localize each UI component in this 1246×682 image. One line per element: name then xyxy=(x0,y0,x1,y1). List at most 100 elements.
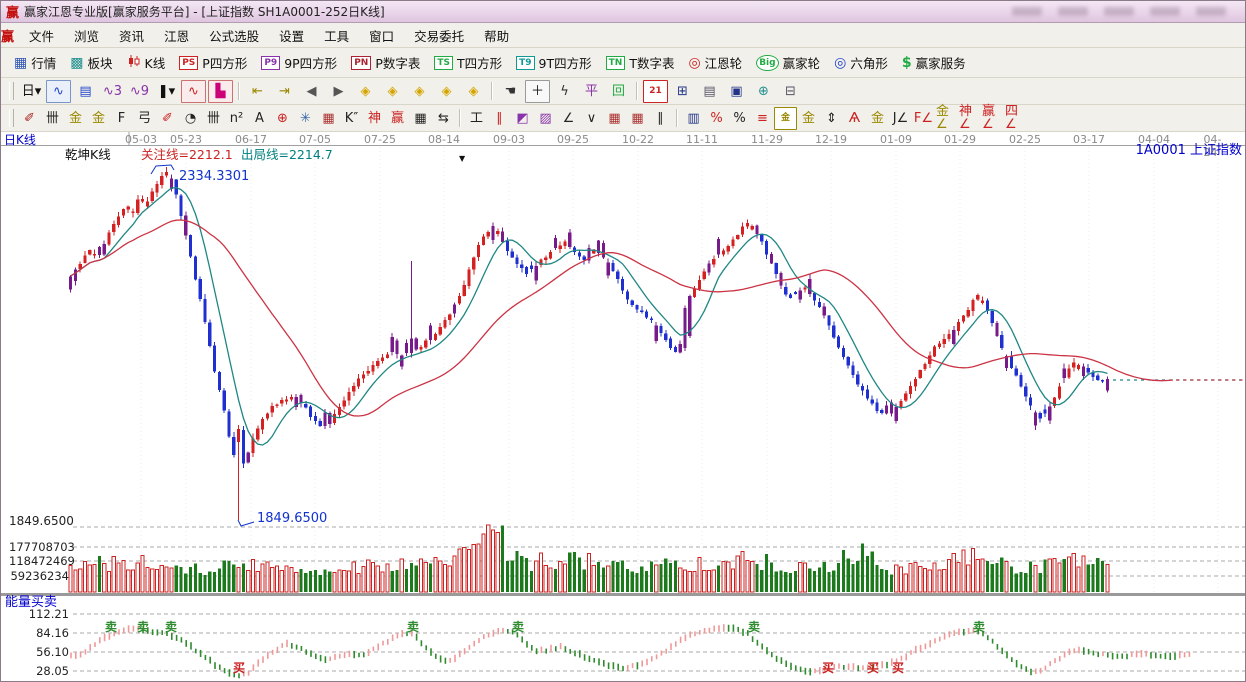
titlebar-faded-item[interactable] xyxy=(1150,7,1180,16)
tool-calculator-icon[interactable]: ⊞ xyxy=(670,80,695,103)
tool-next-bar-icon[interactable]: ▶ xyxy=(326,80,351,103)
tool-draw-pen-icon[interactable]: ✐ xyxy=(18,107,41,130)
menu-item-9[interactable]: 帮助 xyxy=(474,23,519,48)
menu-item-7[interactable]: 窗口 xyxy=(359,23,404,48)
feature-p-number-table-button[interactable]: PN P数字表 xyxy=(344,51,427,74)
tool-chip-distribution-icon[interactable]: 平 xyxy=(579,80,604,103)
feature-gann-wheel-button[interactable]: ◎ 江恩轮 xyxy=(681,51,749,74)
tool-fence-lines-2-icon[interactable]: 卌 xyxy=(202,107,225,130)
menu-item-8[interactable]: 交易委托 xyxy=(404,23,474,48)
tool-wave-3-icon[interactable]: ∿3 xyxy=(100,80,125,103)
tool-hand-drag-icon[interactable]: ☚ xyxy=(498,80,523,103)
tool-gold-ratio-b-icon[interactable]: 金 xyxy=(87,107,110,130)
menu-item-4[interactable]: 公式选股 xyxy=(199,23,269,48)
feature-t-number-table-button[interactable]: TN T数字表 xyxy=(599,51,682,74)
feature-sectors-button[interactable]: ▩ 板块 xyxy=(63,51,119,74)
tool-percent-levels-icon[interactable]: ≡ xyxy=(751,107,774,130)
tool-angle-ying-icon[interactable]: 赢∠ xyxy=(981,105,1004,131)
menu-item-0[interactable]: 文件 xyxy=(19,23,64,48)
tool-fan-grid-icon[interactable]: ▨ xyxy=(534,107,557,130)
tool-ying-tool-icon[interactable]: 赢 xyxy=(386,107,409,130)
tool-gann-box-icon[interactable]: 工 xyxy=(465,107,488,130)
tool-diamond-right-icon[interactable]: ◈ xyxy=(380,80,405,103)
tool-wave-count-icon[interactable]: ∨ xyxy=(580,107,603,130)
tool-calendar-21-icon[interactable]: 21 xyxy=(643,79,668,103)
tool-span-measure-icon[interactable]: ⇆ xyxy=(432,107,455,130)
tool-fence-lines-icon[interactable]: 卌 xyxy=(41,107,64,130)
tool-wave-a-icon[interactable]: Ѧ xyxy=(843,107,866,130)
tool-parallel-lines-icon[interactable]: ∥ xyxy=(649,107,672,130)
feature-9t-square-button[interactable]: T9 9T四方形 xyxy=(509,51,599,74)
tool-prev-bar-icon[interactable]: ◀ xyxy=(299,80,324,103)
feature-kline-button[interactable]: K线 xyxy=(120,51,173,74)
tool-grid-web-icon[interactable]: ▦ xyxy=(317,107,340,130)
tool-candle-style-dropdown-icon[interactable]: ❚▾ xyxy=(154,80,179,103)
tool-crosshair-icon[interactable]: ＋ xyxy=(525,79,550,103)
tool-time-circle-icon[interactable]: ◔ xyxy=(179,107,202,130)
feature-9p-square-button[interactable]: P9 9P四方形 xyxy=(254,51,344,74)
feature-winner-wheel-button[interactable]: Big 赢家轮 xyxy=(749,51,827,74)
tool-diamond-horizontal-icon[interactable]: ◈ xyxy=(407,80,432,103)
tool-gold-ratio-a-icon[interactable]: 金 xyxy=(64,107,87,130)
tool-diamond-all-icon[interactable]: ◈ xyxy=(461,80,486,103)
tool-k-marks-icon[interactable]: K″ xyxy=(340,107,363,130)
menu-item-1[interactable]: 浏览 xyxy=(64,23,109,48)
tool-fan-box-icon[interactable]: ◩ xyxy=(511,107,534,130)
tool-save-icon[interactable]: ▣ xyxy=(724,80,749,103)
titlebar-faded-item[interactable] xyxy=(1196,7,1226,16)
feature-hexagon-button[interactable]: ◎ 六角形 xyxy=(827,51,895,74)
chart-canvas[interactable]: 卖卖卖卖卖卖卖买买买买 xyxy=(1,132,1246,682)
tool-f-lines-icon[interactable]: F xyxy=(110,107,133,130)
feature-p-square-button[interactable]: PS P四方形 xyxy=(172,51,254,74)
tool-angle-j-icon[interactable]: J∠ xyxy=(889,107,912,130)
tool-gold-lines-red-icon[interactable]: 金 xyxy=(866,107,889,130)
tool-red-grid-b-icon[interactable]: ▦ xyxy=(626,107,649,130)
tool-histogram-tool-icon[interactable]: ▙ xyxy=(208,79,233,103)
tool-first-bar-icon[interactable]: ⇤ xyxy=(245,80,270,103)
tool-percent-red-icon[interactable]: % xyxy=(705,107,728,130)
tool-text-note-icon[interactable]: A xyxy=(248,107,271,130)
tool-spiral-icon[interactable]: 弓 xyxy=(133,107,156,130)
tool-bars-scale-icon[interactable]: ▥ xyxy=(682,107,705,130)
menu-item-2[interactable]: 资讯 xyxy=(109,23,154,48)
tool-maze-analysis-icon[interactable]: 回 xyxy=(606,80,631,103)
tool-gold-levels-icon[interactable]: 金 xyxy=(797,107,820,130)
tool-last-bar-icon[interactable]: ⇥ xyxy=(272,80,297,103)
tool-shen-tool-icon[interactable]: 神 xyxy=(363,107,386,130)
tool-diamond-left-icon[interactable]: ◈ xyxy=(353,80,378,103)
tool-wave-tool-icon[interactable]: ∿ xyxy=(46,79,71,103)
tool-network-icon[interactable]: ⊕ xyxy=(751,80,776,103)
tool-target-circle-icon[interactable]: ⊕ xyxy=(271,107,294,130)
tool-print-icon[interactable]: ⊟ xyxy=(778,80,803,103)
titlebar-faded-item[interactable] xyxy=(1058,7,1088,16)
tool-n-squared-icon[interactable]: n² xyxy=(225,107,248,130)
menu-item-3[interactable]: 江恩 xyxy=(154,23,199,48)
tool-info-document-icon[interactable]: ▤ xyxy=(73,80,98,103)
tool-red-grid-a-icon[interactable]: ▦ xyxy=(603,107,626,130)
menu-item-6[interactable]: 工具 xyxy=(314,23,359,48)
tool-angle-four-icon[interactable]: 四∠ xyxy=(1004,105,1027,131)
tool-angle-shen-icon[interactable]: 神∠ xyxy=(958,105,981,131)
feature-market-quotes-button[interactable]: ▦ 行情 xyxy=(7,51,63,74)
feature-winner-service-button[interactable]: $ 赢家服务 xyxy=(895,51,973,74)
tool-notes-icon[interactable]: ▤ xyxy=(697,80,722,103)
tool-star-web-icon[interactable]: ✳ xyxy=(294,107,317,130)
tool-wave-9-icon[interactable]: ∿9 xyxy=(127,80,152,103)
tool-diamond-split-icon[interactable]: ◈ xyxy=(434,80,459,103)
tool-percent-icon[interactable]: % xyxy=(728,107,751,130)
tool-fan-lines-icon[interactable]: ∥ xyxy=(488,107,511,130)
tool-grid-123-icon[interactable]: ▦ xyxy=(409,107,432,130)
tool-angle-f-icon[interactable]: F∠ xyxy=(912,107,935,130)
tool-trend-stamp-icon[interactable]: ∿ xyxy=(181,79,206,103)
tool-gold-circle-icon[interactable]: 金 xyxy=(774,106,797,130)
tool-period-day-dropdown-icon[interactable]: 日▾ xyxy=(19,80,44,103)
tool-angle-gold-icon[interactable]: 金∠ xyxy=(935,105,958,131)
titlebar-faded-item[interactable] xyxy=(1104,7,1134,16)
feature-t-square-button[interactable]: TS T四方形 xyxy=(427,51,509,74)
tool-polyline-nodes-icon[interactable]: ϟ xyxy=(552,80,577,103)
titlebar-faded-item[interactable] xyxy=(1012,7,1042,16)
menu-item-5[interactable]: 设置 xyxy=(269,23,314,48)
tool-vertical-measure-icon[interactable]: ⇕ xyxy=(820,107,843,130)
tool-draw-pen-2-icon[interactable]: ✐ xyxy=(156,107,179,130)
tool-angle-line-icon[interactable]: ∠ xyxy=(557,107,580,130)
